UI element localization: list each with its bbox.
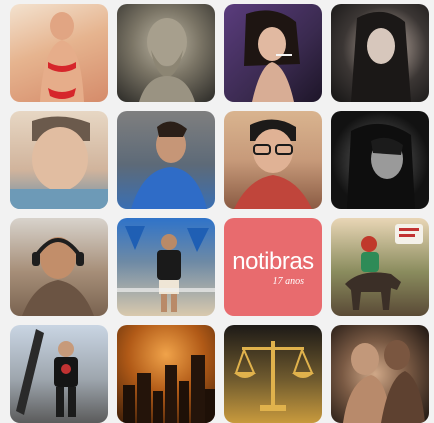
headset-icon: [22, 237, 94, 316]
logo-title: notibras: [232, 248, 314, 275]
avatar-tile-15[interactable]: [224, 325, 322, 423]
avatar-image: [10, 325, 108, 423]
avatar-image: [331, 4, 429, 102]
avatar-tile-1[interactable]: [10, 4, 108, 102]
skateboard-icon: [16, 329, 78, 417]
avatar-tile-6[interactable]: [117, 111, 215, 209]
avatar-tile-11[interactable]: notibras 17 anos: [224, 218, 322, 316]
bust-icon: [139, 18, 195, 102]
portrait-icon: [10, 116, 108, 209]
sculpture-icon: [343, 340, 425, 423]
avatar-image: [224, 111, 322, 209]
avatar-tile-4[interactable]: [331, 4, 429, 102]
avatar-image: [117, 111, 215, 209]
avatar-image: [224, 4, 322, 102]
scales-of-justice-icon: [234, 341, 314, 411]
avatar-tile-12[interactable]: [331, 218, 429, 316]
avatar-image: [117, 325, 215, 423]
avatar-grid: notibras 17 anos: [0, 0, 434, 423]
notibras-logo: notibras 17 anos: [224, 218, 322, 316]
avatar-image: [331, 325, 429, 423]
portrait-icon: [244, 10, 300, 102]
avatar-tile-14[interactable]: [117, 325, 215, 423]
avatar-image: [331, 111, 429, 209]
avatar-tile-5[interactable]: [10, 111, 108, 209]
rider-icon: [345, 224, 423, 310]
city-skyline-icon: [123, 355, 215, 423]
avatar-tile-9[interactable]: [10, 218, 108, 316]
avatar-image: [10, 111, 108, 209]
avatar-tile-2[interactable]: [117, 4, 215, 102]
avatar-tile-16[interactable]: [331, 325, 429, 423]
standing-person-icon: [117, 226, 215, 312]
logo-subtitle: 17 anos: [272, 276, 304, 287]
portrait-icon: [347, 123, 415, 209]
avatar-tile-3[interactable]: [224, 4, 322, 102]
photo-placeholder-icon: [40, 12, 84, 102]
portrait-icon: [131, 121, 207, 209]
avatar-image: [224, 325, 322, 423]
avatar-image: [117, 4, 215, 102]
avatar-image: [10, 218, 108, 316]
portrait-icon: [351, 11, 411, 102]
avatar-image: [331, 218, 429, 316]
avatar-image: [117, 218, 215, 316]
avatar-tile-8[interactable]: [331, 111, 429, 209]
portrait-icon: [234, 119, 312, 209]
avatar-tile-7[interactable]: [224, 111, 322, 209]
avatar-image: [10, 4, 108, 102]
avatar-tile-10[interactable]: [117, 218, 215, 316]
avatar-tile-13[interactable]: [10, 325, 108, 423]
